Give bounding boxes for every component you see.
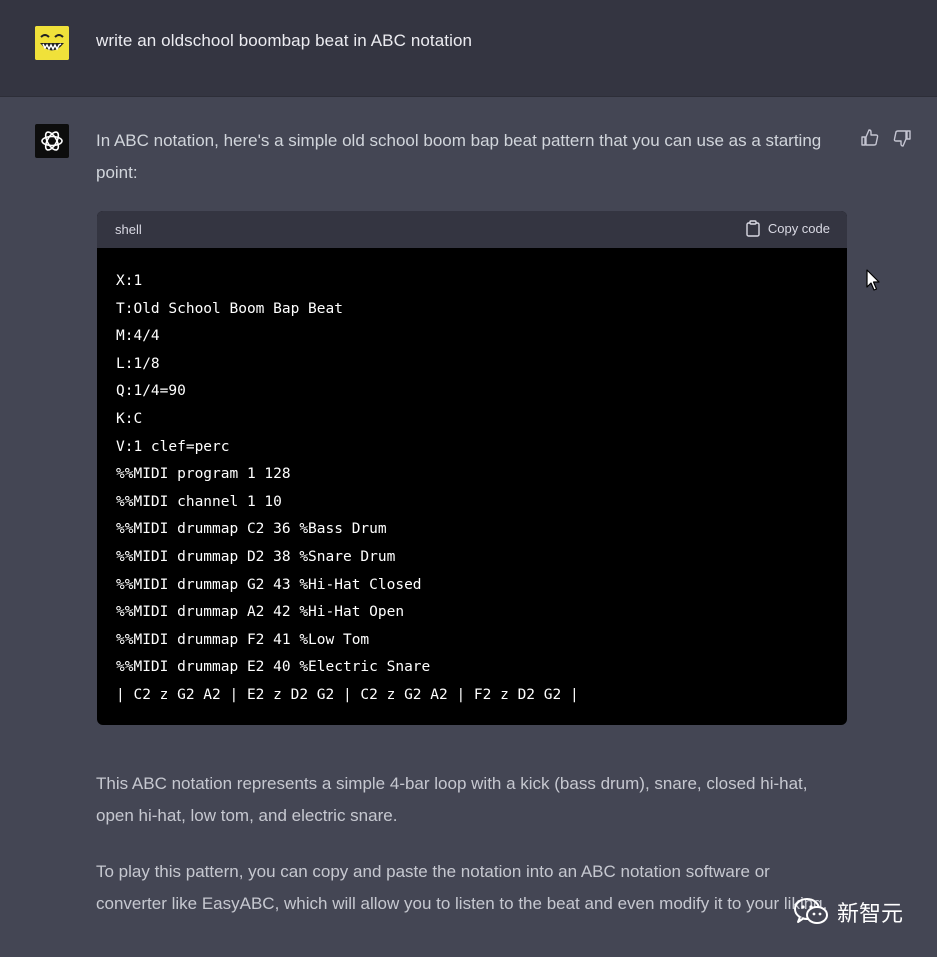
code-line: | C2 z G2 A2 | E2 z D2 G2 | C2 z G2 A2 |… <box>116 686 579 703</box>
code-line: %%MIDI drummap G2 43 %Hi-Hat Closed <box>116 576 422 593</box>
thumbs-down-icon <box>893 130 911 147</box>
code-line: L:1/8 <box>116 355 160 372</box>
code-line: %%MIDI drummap E2 40 %Electric Snare <box>116 659 431 676</box>
thumbs-up-button[interactable] <box>860 128 880 148</box>
smiley-face-icon <box>35 26 69 60</box>
thumbs-up-icon <box>861 129 879 146</box>
code-line: Q:1/4=90 <box>116 383 186 400</box>
assistant-intro-text: In ABC notation, here's a simple old sch… <box>96 131 822 182</box>
code-line: %%MIDI drummap D2 38 %Snare Drum <box>116 548 396 565</box>
watermark: 新智元 <box>793 896 903 928</box>
code-line: %%MIDI drummap C2 36 %Bass Drum <box>116 521 387 538</box>
code-line: %%MIDI program 1 128 <box>116 466 291 483</box>
clipboard-icon <box>746 220 760 237</box>
mouse-cursor-icon <box>866 269 882 293</box>
openai-logo-icon <box>41 131 63 151</box>
code-body: X:1 T:Old School Boom Bap Beat M:4/4 L:1… <box>97 248 847 710</box>
user-avatar <box>35 26 69 60</box>
code-header: shell Copy code <box>97 211 847 248</box>
code-line: K:C <box>116 410 143 427</box>
play-instructions-text: To play this pattern, you can copy and p… <box>96 862 828 913</box>
watermark-text: 新智元 <box>837 902 904 927</box>
description-text: This ABC notation represents a simple 4-… <box>96 774 808 825</box>
wechat-icon <box>794 898 828 924</box>
user-message-text: write an oldschool boombap beat in ABC n… <box>96 31 473 50</box>
code-block: shell Copy code X:1 T:Old School Boom Ba… <box>97 211 847 725</box>
copy-code-label: Copy code <box>767 221 830 236</box>
user-message-row: write an oldschool boombap beat in ABC n… <box>0 0 937 97</box>
bot-avatar <box>35 124 69 158</box>
code-language-label: shell <box>115 222 142 237</box>
code-line: %%MIDI drummap A2 42 %Hi-Hat Open <box>116 604 405 621</box>
code-line: %%MIDI channel 1 10 <box>116 493 282 510</box>
thumbs-down-button[interactable] <box>892 128 912 148</box>
code-line: X:1 <box>116 273 143 289</box>
code-line: %%MIDI drummap F2 41 %Low Tom <box>116 631 370 648</box>
code-line: M:4/4 <box>116 328 160 345</box>
code-line: V:1 clef=perc <box>116 438 230 455</box>
copy-code-button[interactable]: Copy code <box>746 220 830 237</box>
code-line: T:Old School Boom Bap Beat <box>116 300 343 317</box>
